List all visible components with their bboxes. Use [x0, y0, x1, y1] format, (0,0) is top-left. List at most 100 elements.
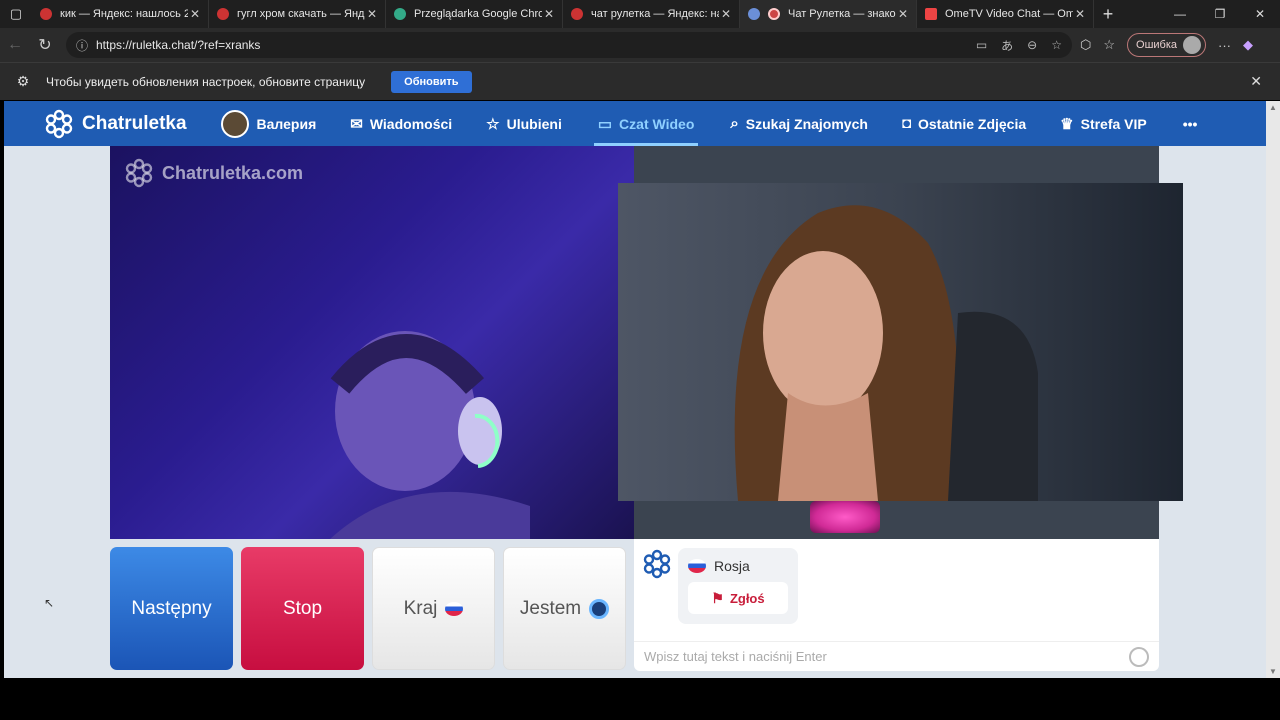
- nav-video-chat[interactable]: ▭ Czat Wideo: [593, 101, 698, 146]
- browser-tab[interactable]: OmeTV Video Chat — Ome ✕: [917, 0, 1094, 28]
- tab-close-icon[interactable]: ✕: [1073, 7, 1087, 21]
- chat-message-input[interactable]: Wpisz tutaj tekst i naciśnij Enter: [634, 641, 1159, 671]
- tab-title: чат рулетка — Яндекс: наш: [591, 8, 719, 20]
- browser-tab[interactable]: чат рулетка — Яндекс: наш ✕: [563, 0, 740, 28]
- settings-favicon-icon: [748, 8, 760, 20]
- tab-title: гугл хром скачать — Яндекс: [237, 8, 365, 20]
- yandex-favicon-icon: [571, 8, 583, 20]
- nav-profile[interactable]: Валерия: [220, 101, 316, 146]
- russia-flag-icon: [688, 559, 706, 573]
- search-icon: ⌕: [730, 115, 739, 132]
- site-info-icon[interactable]: ⓘ: [76, 37, 96, 54]
- stop-button[interactable]: Stop: [241, 547, 364, 670]
- tab-title: кик — Яндекс: нашлось 27: [60, 8, 188, 20]
- nav-label: Wiadomości: [369, 115, 453, 132]
- mouse-cursor-icon: ↖: [44, 596, 55, 610]
- scroll-down-icon[interactable]: ▼: [1269, 667, 1277, 676]
- watermark-text: Chatruletka.com: [162, 162, 304, 183]
- nav-vip[interactable]: ♛ Strefa VIP: [1060, 101, 1147, 146]
- tab-title: OmeTV Video Chat — Ome: [945, 8, 1073, 20]
- translate-icon[interactable]: あ: [1001, 37, 1013, 54]
- reload-icon[interactable]: ↻: [30, 28, 60, 62]
- tab-close-icon[interactable]: ✕: [542, 7, 556, 21]
- close-window-icon[interactable]: ✕: [1240, 0, 1280, 28]
- page-scrollbar[interactable]: ▲ ▼: [1266, 101, 1280, 678]
- tab-close-icon[interactable]: ✕: [365, 7, 379, 21]
- report-label: Zgłoś: [729, 590, 765, 606]
- settings-infobar: ⚙ Чтобы увидеть обновления настроек, обн…: [0, 62, 1280, 100]
- chatruletka-logo-icon: [45, 109, 73, 138]
- country-button[interactable]: Kraj: [372, 547, 495, 670]
- camera-icon: ◘: [901, 115, 911, 132]
- site-logo[interactable]: Chatruletka: [44, 109, 187, 139]
- partner-country: Rosja: [688, 558, 750, 574]
- avatar: [220, 109, 249, 138]
- tab-close-icon[interactable]: ✕: [188, 7, 202, 21]
- nav-find-friends[interactable]: ⌕ Szukaj Znajomych: [730, 101, 868, 146]
- back-icon[interactable]: ←: [0, 28, 30, 62]
- nav-favorites[interactable]: ☆ Ulubieni: [486, 101, 562, 146]
- scroll-up-icon[interactable]: ▲: [1269, 103, 1277, 112]
- gear-icon: ⚙: [16, 73, 30, 89]
- chat-controls: Następny Stop Kraj Jestem: [110, 547, 626, 670]
- address-bar-row: ← ↻ ⓘ https://ruletka.chat/?ref=xranks ▭…: [0, 28, 1280, 62]
- profile-button[interactable]: Ошибка: [1127, 33, 1207, 57]
- more-icon: •••: [1182, 115, 1198, 132]
- gender-button[interactable]: Jestem: [503, 547, 626, 670]
- browser-tab[interactable]: Przeglądarka Google Chrom ✕: [386, 0, 563, 28]
- stop-label: Stop: [282, 597, 323, 619]
- next-button[interactable]: Następny: [110, 547, 233, 670]
- extensions-icon[interactable]: ⬡: [1080, 37, 1091, 53]
- yandex-favicon-icon: [40, 8, 52, 20]
- refresh-button[interactable]: Обновить: [391, 70, 472, 93]
- nav-recent-photos[interactable]: ◘ Ostatnie Zdjęcia: [902, 101, 1026, 146]
- infobar-close-icon[interactable]: ✕: [1250, 73, 1262, 90]
- infobar-message: Чтобы увидеть обновления настроек, обнов…: [46, 74, 366, 89]
- chat-panel: Rosja ⚑ Zgłoś Wpisz tutaj tekst i naciśn…: [634, 539, 1159, 671]
- record-favicon-icon: [768, 8, 780, 20]
- profile-avatar: [1183, 36, 1202, 54]
- crown-icon: ♛: [1060, 115, 1074, 133]
- russia-flag-icon: [445, 601, 464, 616]
- tab-close-icon[interactable]: ✕: [719, 7, 733, 21]
- dismiss-icon[interactable]: ⊖: [1027, 38, 1037, 52]
- nav-label: Strefa VIP: [1080, 115, 1147, 132]
- partner-info-card: Rosja ⚑ Zgłoś: [678, 548, 798, 624]
- nav-messages[interactable]: ✉ Wiadomości: [350, 101, 452, 146]
- page-viewport: Chatruletka Валерия ✉ Wiadomości ☆ Ulubi…: [4, 101, 1266, 678]
- favorite-star-icon[interactable]: ☆: [1051, 38, 1062, 52]
- nav-label: Szukaj Znajomych: [745, 115, 868, 132]
- country-label: Kraj: [403, 597, 438, 619]
- yandex-favicon-icon: [217, 8, 229, 20]
- tab-title: Przeglądarka Google Chrom: [414, 8, 542, 20]
- browser-tab[interactable]: гугл хром скачать — Яндекс ✕: [209, 0, 386, 28]
- video-icon: ▭: [597, 115, 613, 133]
- flag-icon: ⚑: [711, 589, 724, 606]
- menu-dots-icon[interactable]: ···: [1218, 38, 1231, 53]
- profile-label: Ошибка: [1136, 39, 1178, 51]
- favorites-icon[interactable]: ☆: [1103, 37, 1115, 53]
- maximize-icon[interactable]: ❐: [1200, 0, 1240, 28]
- report-button[interactable]: ⚑ Zgłoś: [688, 582, 788, 614]
- watermark-logo-icon: [125, 158, 153, 188]
- chat-input-placeholder: Wpisz tutaj tekst i naciśnij Enter: [644, 649, 827, 664]
- copilot-icon[interactable]: ◆: [1243, 37, 1253, 53]
- site-navbar: Chatruletka Валерия ✉ Wiadomości ☆ Ulubi…: [4, 101, 1266, 146]
- browser-tab[interactable]: кик — Яндекс: нашлось 27 ✕: [32, 0, 209, 28]
- url-field[interactable]: ⓘ https://ruletka.chat/?ref=xranks ▭ あ ⊖…: [66, 32, 1072, 58]
- tab-actions-icon[interactable]: ▢: [0, 0, 32, 28]
- minimize-icon[interactable]: —: [1160, 0, 1200, 28]
- nav-more[interactable]: •••: [1183, 101, 1198, 146]
- tab-title: Чат Рулетка — знаком: [788, 8, 896, 20]
- chrome-favicon-icon: [394, 8, 406, 20]
- tab-close-icon[interactable]: ✕: [896, 7, 910, 21]
- camera-permission-icon[interactable]: ▭: [976, 38, 987, 52]
- new-tab-icon[interactable]: +: [1094, 4, 1122, 25]
- watermark: Chatruletka.com: [124, 158, 303, 188]
- lamp-glow: [810, 501, 880, 533]
- window-controls: — ❐ ✕: [1160, 0, 1280, 28]
- browser-tab-strip: ▢ кик — Яндекс: нашлось 27 ✕ гугл хром с…: [0, 0, 1280, 28]
- nav-label: Czat Wideo: [619, 115, 695, 132]
- emoji-icon[interactable]: [1129, 647, 1149, 667]
- browser-tab-active[interactable]: Чат Рулетка — знаком ✕: [740, 0, 917, 28]
